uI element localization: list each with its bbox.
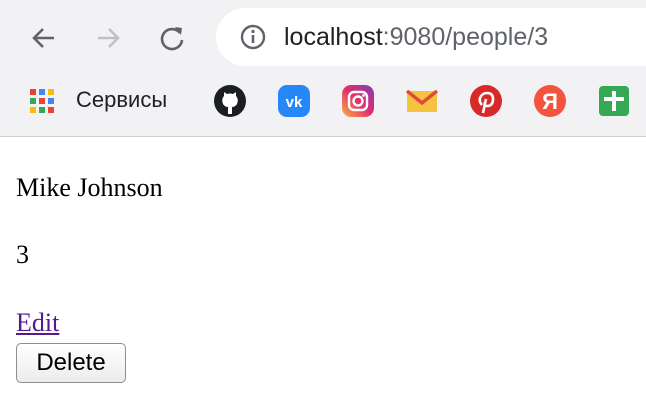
- back-arrow-icon: [32, 28, 54, 48]
- forward-button[interactable]: [88, 18, 128, 58]
- svg-text:vk: vk: [286, 94, 303, 111]
- reload-icon: [160, 27, 184, 51]
- back-button[interactable]: [24, 18, 64, 58]
- reload-button[interactable]: [152, 18, 192, 58]
- person-name: Mike Johnson: [16, 173, 163, 202]
- yandex-icon[interactable]: Я: [532, 83, 568, 119]
- apps-label[interactable]: Сервисы: [76, 87, 167, 113]
- gmail-icon[interactable]: [404, 83, 440, 119]
- bookmarks-bar: Сервисы vk Я: [0, 78, 646, 124]
- url-path: :9080/people/3: [382, 22, 549, 51]
- svg-text:Я: Я: [542, 89, 558, 114]
- delete-button[interactable]: Delete: [16, 343, 126, 383]
- forward-arrow-icon: [98, 28, 120, 48]
- url-host: localhost: [284, 22, 383, 51]
- google-sheets-icon[interactable]: [596, 83, 632, 119]
- instagram-icon[interactable]: [340, 83, 376, 119]
- person-id: 3: [16, 240, 29, 269]
- url-text[interactable]: localhost:9080/people/3: [284, 23, 548, 52]
- address-bar[interactable]: localhost:9080/people/3: [216, 8, 646, 66]
- site-info-icon[interactable]: [238, 22, 268, 52]
- pinterest-icon[interactable]: [468, 83, 504, 119]
- vk-icon[interactable]: vk: [276, 83, 312, 119]
- github-icon[interactable]: [212, 83, 248, 119]
- edit-link[interactable]: Edit: [16, 308, 59, 338]
- apps-grid-icon[interactable]: [24, 83, 60, 119]
- browser-chrome: localhost:9080/people/3 Сервисы vk Я: [0, 0, 646, 137]
